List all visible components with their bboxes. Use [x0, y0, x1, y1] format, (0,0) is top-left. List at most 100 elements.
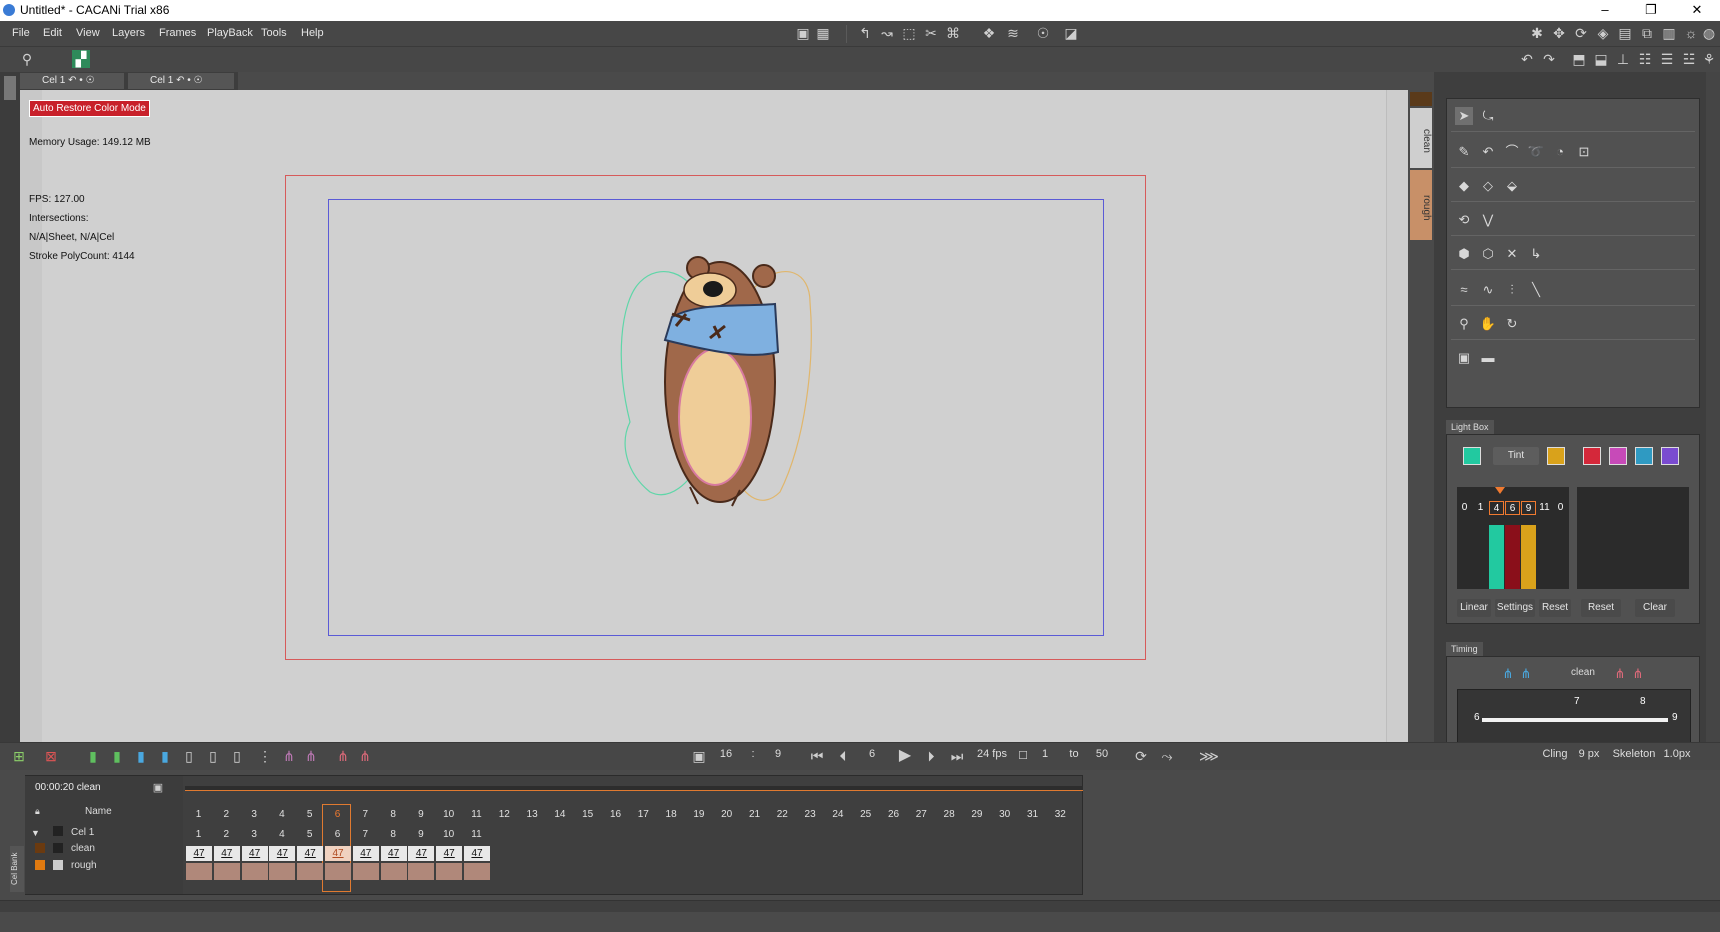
line-icon[interactable]: ╲ — [1527, 281, 1545, 299]
circle-icon[interactable]: ◔ — [1551, 143, 1569, 161]
bear-drawing[interactable] — [610, 242, 820, 532]
frame-number[interactable]: 30 — [991, 809, 1018, 820]
rough-cell[interactable] — [241, 863, 268, 880]
fast-forward-icon[interactable]: ⋙ — [1192, 747, 1226, 765]
bend-icon[interactable]: ↳ — [1527, 245, 1545, 263]
frame-number[interactable]: 26 — [880, 809, 907, 820]
cel-cell[interactable]: 9 — [407, 829, 434, 840]
frame-number[interactable]: 5 — [296, 809, 323, 820]
clean-cell[interactable]: 47 — [297, 846, 324, 861]
camera-icon[interactable]: ▣ — [794, 24, 812, 42]
clean-cell[interactable]: 47 — [408, 846, 435, 861]
screen-icon[interactable]: ▬ — [1479, 349, 1497, 367]
search-icon[interactable]: ⚲ — [18, 50, 36, 68]
minimize-button[interactable]: – — [1582, 0, 1628, 21]
frame-add-icon[interactable]: ▮ — [84, 747, 102, 765]
clean-cell[interactable]: 47 — [269, 846, 296, 861]
transform-icon[interactable]: ⬢ — [1455, 245, 1473, 263]
rough-cell[interactable] — [186, 863, 212, 880]
bounce-icon[interactable]: ⤳ — [1158, 747, 1176, 765]
frame-number[interactable]: 27 — [908, 809, 935, 820]
frame-pink1-icon[interactable]: ⋔ — [280, 747, 298, 765]
rotate-icon[interactable]: ⟳ — [1572, 24, 1590, 42]
select-box-icon[interactable]: ⬚ — [900, 24, 918, 42]
lightbox-sliders[interactable]: 0 1 4 6 9 11 0 — [1457, 487, 1569, 589]
timeline-settings-icon[interactable]: ▣ — [149, 779, 167, 797]
clean-cell[interactable]: 47 — [213, 846, 240, 861]
rough-cell[interactable] — [352, 863, 379, 880]
stroke-icon[interactable]: ↰ — [856, 24, 874, 42]
eraser-icon[interactable]: ⬙ — [1503, 177, 1521, 195]
horizontal-scrollbar[interactable] — [0, 900, 1720, 912]
onion-icon[interactable]: ❖ — [980, 24, 998, 42]
tool-r5-icon[interactable]: ▤ — [1616, 24, 1634, 42]
timing-left2-icon[interactable]: ⋔ — [1517, 665, 1535, 683]
range-to[interactable]: 50 — [1090, 748, 1114, 760]
frame-number[interactable]: 25 — [852, 809, 879, 820]
comb-icon[interactable]: ⫶ — [1503, 281, 1521, 299]
frame-tool1-icon[interactable]: ▯ — [180, 747, 198, 765]
close-button[interactable]: ✕ — [1674, 0, 1720, 21]
rough-cell[interactable] — [464, 863, 490, 880]
frame-number[interactable]: 15 — [574, 809, 601, 820]
fps-value[interactable]: 24 fps — [974, 748, 1010, 760]
canvas-vertical-scrollbar[interactable] — [1386, 90, 1408, 742]
hand-icon[interactable]: ✋ — [1479, 315, 1497, 333]
frame-number[interactable]: 29 — [963, 809, 990, 820]
clean-cell[interactable]: 47 — [464, 846, 490, 861]
clear-button[interactable]: Clear — [1635, 599, 1675, 617]
tool-r1-icon[interactable]: ✱ — [1528, 24, 1546, 42]
tool-r4-icon[interactable]: ◈ — [1594, 24, 1612, 42]
timing-left-icon[interactable]: ⋔ — [1499, 665, 1517, 683]
reset-button-left[interactable]: Reset — [1539, 599, 1571, 617]
clean-row-label[interactable]: clean — [71, 843, 95, 854]
frame-number[interactable]: 4 — [268, 809, 295, 820]
zoom-icon[interactable]: ⚲ — [1455, 315, 1473, 333]
menu-help[interactable]: Help — [301, 27, 324, 39]
timing-slider-area[interactable]: 7 8 6 9 — [1457, 689, 1691, 747]
loop-icon[interactable]: ➰ — [1527, 143, 1545, 161]
cel-cell[interactable]: 2 — [213, 829, 240, 840]
frame-number[interactable]: 2 — [213, 809, 240, 820]
tint-button[interactable]: Tint — [1493, 447, 1539, 465]
frame-pink2-icon[interactable]: ⋔ — [302, 747, 320, 765]
grid-icon[interactable]: ▦ — [814, 24, 832, 42]
timing-track[interactable] — [1482, 718, 1668, 722]
frame-number[interactable]: 21 — [741, 809, 768, 820]
cel-tab-1[interactable]: Cel 1 ↶ • ☉ — [20, 73, 124, 89]
menu-view[interactable]: View — [76, 27, 100, 39]
rough-cell[interactable] — [269, 863, 296, 880]
menu-frames[interactable]: Frames — [159, 27, 196, 39]
frame-number[interactable]: 1 — [185, 809, 212, 820]
rough-cell[interactable] — [436, 863, 463, 880]
cel-cell[interactable]: 5 — [296, 829, 323, 840]
cel-cell[interactable]: 10 — [435, 829, 462, 840]
frame-number[interactable]: 28 — [936, 809, 963, 820]
menu-tools[interactable]: Tools — [261, 27, 287, 39]
frame-number[interactable]: 13 — [519, 809, 546, 820]
lightbox-sliders-right[interactable] — [1577, 487, 1689, 589]
timing-right2-icon[interactable]: ⋔ — [1629, 665, 1647, 683]
clean-cell[interactable]: 47 — [241, 846, 268, 861]
smudge-icon[interactable]: ≈ — [1455, 281, 1473, 299]
frame-red2-icon[interactable]: ⋔ — [356, 747, 374, 765]
add-cel-icon[interactable]: ⊞ — [10, 747, 28, 765]
vee-icon[interactable]: ⋁ — [1479, 211, 1497, 229]
frame-number[interactable]: 6 — [324, 809, 351, 820]
frame-red1-icon[interactable]: ⋔ — [334, 747, 352, 765]
settings-button[interactable]: Settings — [1495, 599, 1535, 617]
lock-icon[interactable]: 🔒︎ — [35, 806, 40, 817]
bulb-icon[interactable]: ☉ — [1034, 24, 1052, 42]
curve-pen-icon[interactable]: ↶ — [1479, 143, 1497, 161]
frame-number[interactable]: 14 — [546, 809, 573, 820]
range-from[interactable]: 1 — [1038, 748, 1052, 760]
frame-number[interactable]: 22 — [769, 809, 796, 820]
move-icon[interactable]: ✥ — [1550, 24, 1568, 42]
clean-cell[interactable]: 47 — [352, 846, 379, 861]
first-frame-icon[interactable]: ⏮ — [808, 747, 826, 765]
prev-frame-icon[interactable]: ⏴ — [834, 747, 852, 765]
reset-button-right[interactable]: Reset — [1581, 599, 1621, 617]
tool-r6-icon[interactable]: ⧉ — [1638, 24, 1656, 42]
skeleton-value[interactable]: 1.0px — [1662, 748, 1692, 760]
menu-playback[interactable]: PlayBack — [207, 27, 253, 39]
